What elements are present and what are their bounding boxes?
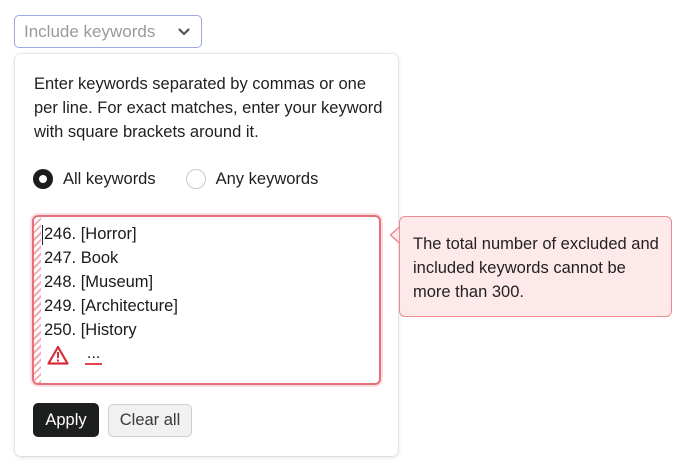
keyword-lines: 246. [Horror] 247. Book 248. [Museum] 24… <box>44 222 178 342</box>
any-keywords-radio[interactable]: Any keywords <box>185 169 319 189</box>
warning-triangle-icon <box>47 345 69 365</box>
keywords-textarea[interactable]: 246. [Horror] 247. Book 248. [Museum] 24… <box>32 215 381 385</box>
error-tooltip: The total number of excluded and include… <box>399 216 672 317</box>
radio-label: Any keywords <box>215 169 319 188</box>
instructions-text: Enter keywords separated by commas or on… <box>34 75 383 141</box>
all-keywords-radio[interactable]: All keywords <box>33 169 156 189</box>
chevron-down-icon <box>178 28 190 36</box>
overflow-warning: ... <box>47 345 103 365</box>
radio-unselected-indicator <box>185 169 206 189</box>
keyword-line: 247. Book <box>44 249 119 267</box>
dropdown-label: Include keywords <box>24 21 156 41</box>
keyword-line: 249. [Architecture] <box>44 297 178 315</box>
error-stripe <box>34 217 41 383</box>
text-caret <box>42 225 43 245</box>
keyword-panel: Enter keywords separated by commas or on… <box>15 54 398 456</box>
include-keywords-dropdown[interactable]: Include keywords <box>14 15 202 48</box>
keyword-line: 250. [History <box>44 321 137 339</box>
keyword-line: 248. [Museum] <box>44 273 154 291</box>
radio-label: All keywords <box>63 169 156 188</box>
match-mode-group: All keywords Any keywords <box>33 169 318 189</box>
apply-button[interactable]: Apply <box>33 403 99 437</box>
radio-selected-indicator <box>33 169 53 189</box>
clear-all-button[interactable]: Clear all <box>108 404 192 437</box>
tooltip-message: The total number of excluded and include… <box>413 235 659 301</box>
keyword-line: 246. [Horror] <box>44 225 137 243</box>
overflow-ellipsis: ... <box>85 345 103 365</box>
